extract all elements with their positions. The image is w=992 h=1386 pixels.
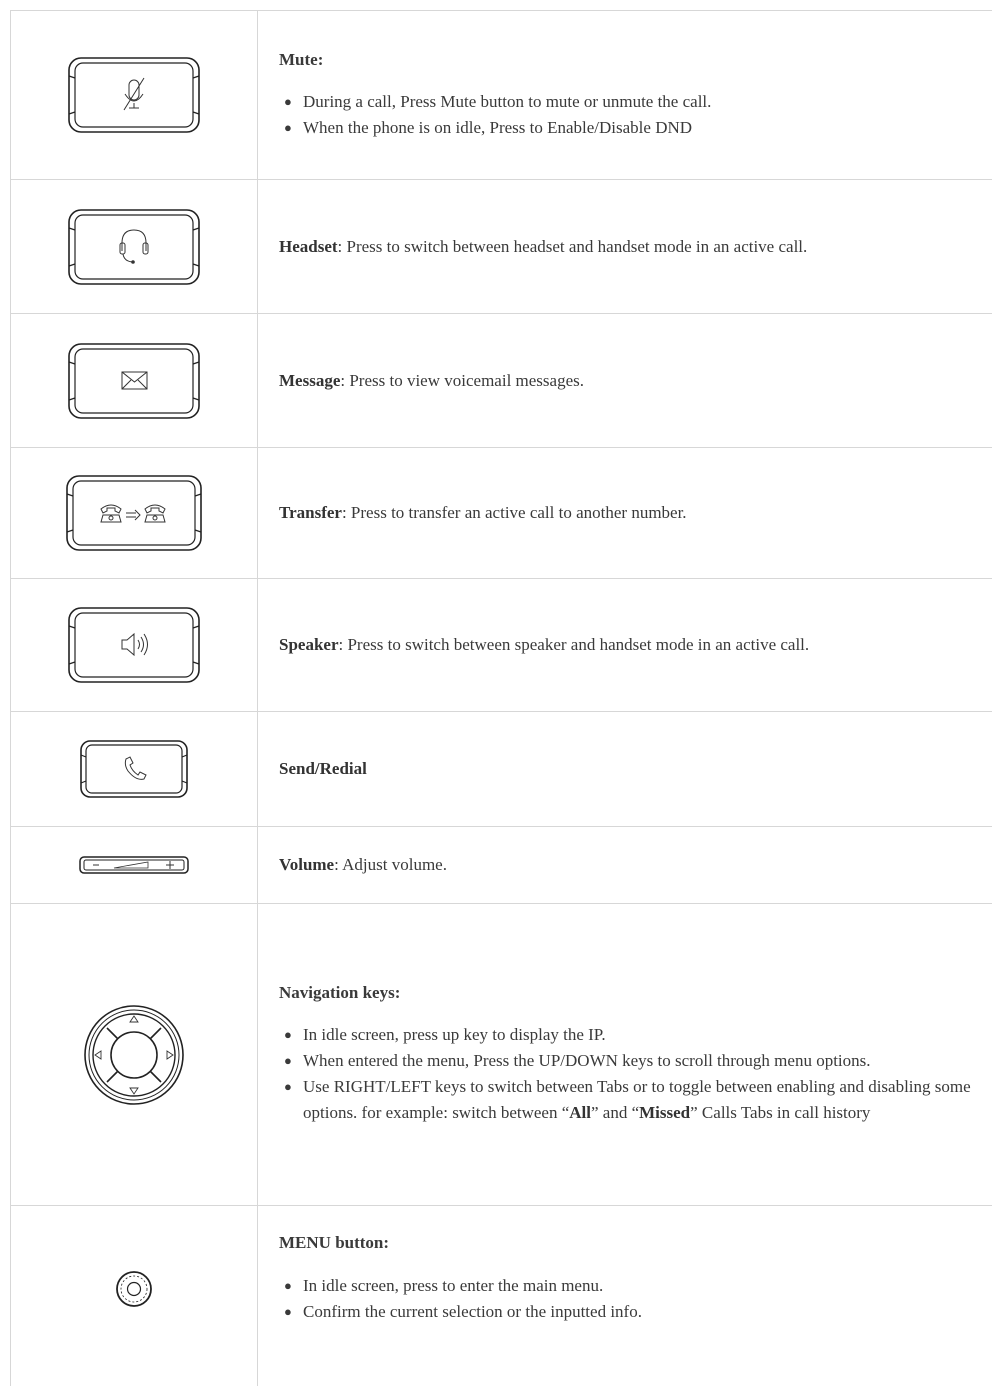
menu-description: MENU button: In idle screen, press to en…	[258, 1206, 992, 1325]
table-row: Volume: Adjust volume.	[10, 827, 992, 904]
mute-icon	[68, 57, 200, 133]
row-description: : Press to transfer an active call to an…	[341, 503, 687, 522]
headset-description: Headset: Press to switch between headset…	[258, 180, 992, 313]
navigation-keys-image	[10, 904, 258, 1205]
list-item-text: ” and “	[591, 1103, 640, 1122]
table-row: Send/Redial	[10, 712, 992, 827]
row-label: Headset	[279, 236, 338, 256]
message-button-image	[10, 314, 258, 447]
envelope-icon	[68, 342, 200, 419]
row-description: : Press to switch between headset and ha…	[337, 236, 808, 256]
table-row: MENU button: In idle screen, press to en…	[10, 1206, 992, 1386]
bullet-list: In idle screen, press up key to display …	[279, 1022, 992, 1126]
transfer-description: Transfer: Press to transfer an active ca…	[258, 448, 992, 578]
speaker-description: Speaker: Press to switch between speaker…	[258, 579, 992, 711]
list-item: When entered the menu, Press the UP/DOWN…	[279, 1048, 992, 1074]
volume-description: Volume: Adjust volume.	[258, 827, 992, 903]
bullet-list: In idle screen, press to enter the main …	[279, 1273, 992, 1325]
navigation-description: Navigation keys: In idle screen, press u…	[258, 904, 992, 1205]
row-label: Transfer	[279, 503, 342, 522]
list-item: During a call, Press Mute button to mute…	[279, 89, 992, 115]
list-item: In idle screen, press up key to display …	[279, 1022, 992, 1048]
navigation-keys-icon	[84, 1004, 184, 1105]
row-label: Volume	[279, 855, 335, 874]
list-item: Use RIGHT/LEFT keys to switch between Ta…	[279, 1074, 992, 1126]
list-item: When the phone is on idle, Press to Enab…	[279, 115, 992, 141]
menu-button-icon	[116, 1271, 152, 1307]
table-row: Message: Press to view voicemail message…	[10, 314, 992, 448]
mute-description: Mute: During a call, Press Mute button t…	[258, 11, 992, 179]
headset-button-image	[10, 180, 258, 313]
list-item: Confirm the current selection or the inp…	[279, 1299, 992, 1325]
headset-icon	[68, 208, 200, 285]
row-description: : Adjust volume.	[334, 855, 447, 874]
row-label: Send/Redial	[279, 759, 367, 778]
table-row: Headset: Press to switch between headset…	[10, 180, 992, 314]
transfer-icon	[66, 475, 202, 551]
list-item-text: ” Calls Tabs in call history	[690, 1103, 871, 1122]
row-description: : Press to switch between speaker and ha…	[338, 635, 810, 654]
table-row: Mute: During a call, Press Mute button t…	[10, 11, 992, 180]
row-label: Speaker	[279, 635, 339, 654]
speaker-button-image	[10, 579, 258, 711]
row-title: Navigation keys:	[279, 983, 401, 1002]
tab-missed-label: Missed	[639, 1103, 691, 1122]
mute-button-image	[10, 11, 258, 179]
row-label: Message	[279, 370, 341, 390]
row-title: MENU button:	[279, 1233, 390, 1252]
transfer-button-image	[10, 448, 258, 578]
volume-icon	[79, 856, 189, 874]
phone-keys-table: Mute: During a call, Press Mute button t…	[10, 10, 992, 1386]
table-row: Navigation keys: In idle screen, press u…	[10, 904, 992, 1206]
list-item: In idle screen, press to enter the main …	[279, 1273, 992, 1299]
table-row: Transfer: Press to transfer an active ca…	[10, 448, 992, 579]
row-title: Mute:	[279, 49, 324, 69]
send-description: Send/Redial	[258, 712, 992, 826]
table-row: Speaker: Press to switch between speaker…	[10, 579, 992, 712]
row-description: : Press to view voicemail messages.	[340, 370, 584, 390]
bullet-list: During a call, Press Mute button to mute…	[279, 89, 992, 141]
send-button-image	[10, 712, 258, 826]
handset-icon	[80, 740, 188, 798]
speaker-icon	[68, 607, 200, 683]
message-description: Message: Press to view voicemail message…	[258, 314, 992, 447]
menu-button-image	[10, 1206, 258, 1386]
tab-all-label: All	[569, 1103, 591, 1122]
volume-button-image	[10, 827, 258, 903]
